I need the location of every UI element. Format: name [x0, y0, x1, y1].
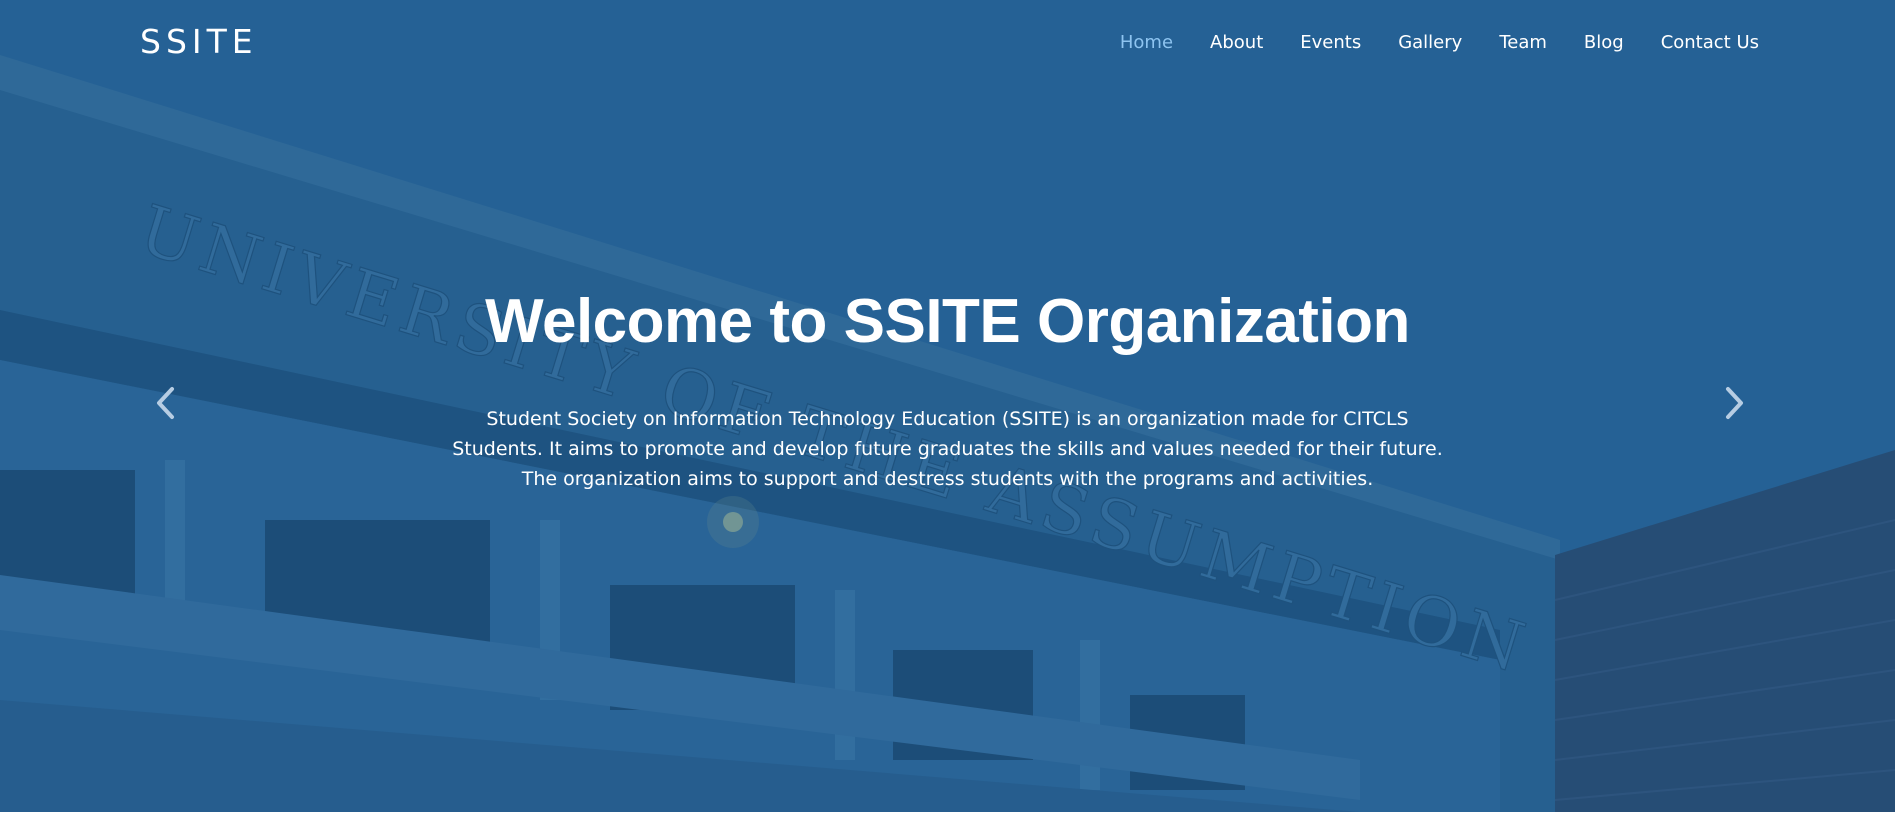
hero-description: Student Society on Information Technolog…: [448, 404, 1448, 494]
nav-link-team[interactable]: Team: [1499, 31, 1547, 55]
nav-link-events[interactable]: Events: [1300, 31, 1361, 55]
nav-link-about[interactable]: About: [1210, 31, 1263, 55]
hero-caption: Welcome to SSITE Organization Student So…: [0, 282, 1895, 494]
nav-link-blog[interactable]: Blog: [1584, 31, 1624, 55]
hero-title: Welcome to SSITE Organization: [485, 287, 1410, 356]
nav-link-home[interactable]: Home: [1120, 31, 1173, 55]
brand-logo[interactable]: SSITE: [140, 22, 258, 61]
carousel-prev-button[interactable]: [145, 383, 185, 423]
top-navbar: SSITE Home About Events Gallery Team Blo…: [0, 0, 1895, 86]
hero-description-line: Student Society on Information Technolog…: [486, 408, 1409, 430]
chevron-right-icon: [1726, 387, 1743, 419]
chevron-left-icon: [157, 387, 174, 419]
hero-carousel: UNIVERSITY OF THE ASSUMPTION SSITE Home …: [0, 0, 1895, 812]
nav-link-gallery[interactable]: Gallery: [1398, 31, 1462, 55]
hero-description-line: Students. It aims to promote and develop…: [452, 438, 1443, 460]
carousel-next-button[interactable]: [1715, 383, 1755, 423]
main-menu: Home About Events Gallery Team Blog Cont…: [1083, 31, 1759, 55]
nav-link-contact-us[interactable]: Contact Us: [1661, 31, 1759, 55]
hero-description-line: The organization aims to support and des…: [521, 468, 1374, 490]
